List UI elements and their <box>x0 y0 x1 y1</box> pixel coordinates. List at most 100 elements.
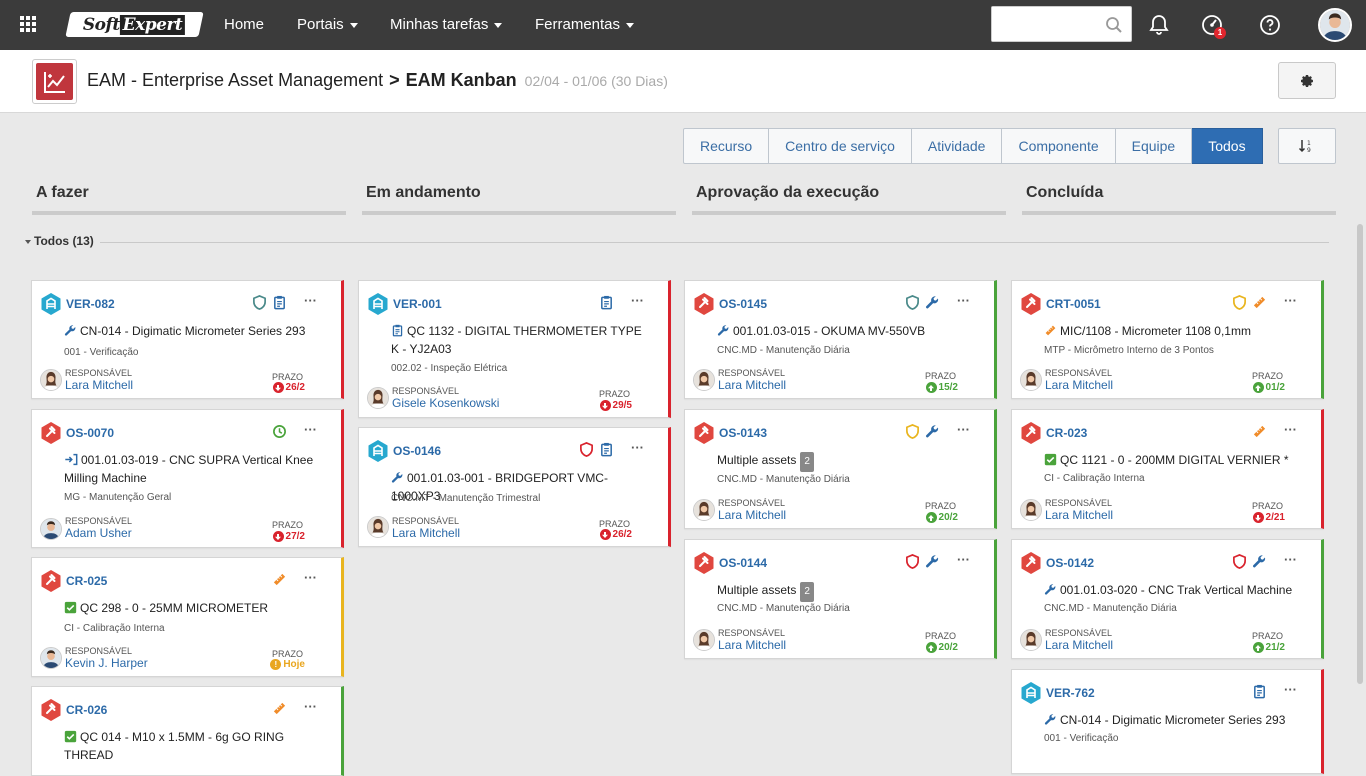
kanban-card[interactable]: OS-0070 ··· 001.01.03-019 - CNC SUPRA Ve… <box>31 409 344 548</box>
more-options-icon[interactable]: ··· <box>304 422 317 437</box>
card-title-text: 001.01.03-020 - CNC Trak Vertical Machin… <box>1060 583 1293 597</box>
shield-icon <box>905 295 920 310</box>
responsavel-name[interactable]: Gisele Kosenkowski <box>392 396 499 410</box>
card-title: QC 1132 - DIGITAL THERMOMETER TYPE K - Y… <box>391 322 646 358</box>
card-code[interactable]: OS-0143 <box>719 426 767 440</box>
search-icon[interactable] <box>1105 16 1123 34</box>
wrench-icon <box>925 424 940 439</box>
card-subtitle: CNC.MT - Manutenção Trimestral <box>391 493 541 504</box>
prazo-value: 20/2 <box>925 642 958 653</box>
prazo-label: PRAZO <box>598 389 630 399</box>
card-code[interactable]: CR-023 <box>1046 426 1087 440</box>
card-subtitle: CNC.MD - Manutenção Diária <box>717 345 850 356</box>
column-title-em-andamento: Em andamento <box>366 184 481 201</box>
card-title: CN-014 - Digimatic Micrometer Series 293 <box>64 322 319 340</box>
sort-button[interactable]: 19 <box>1278 128 1336 164</box>
responsavel-name[interactable]: Kevin J. Harper <box>65 656 148 670</box>
card-code[interactable]: VER-082 <box>66 297 115 311</box>
card-code[interactable]: VER-001 <box>393 297 442 311</box>
tab-todos[interactable]: Todos <box>1192 128 1263 164</box>
tab-centro-de-servico[interactable]: Centro de serviço <box>769 128 912 164</box>
breadcrumb-separator: > <box>389 70 400 90</box>
more-options-icon[interactable]: ··· <box>957 293 970 308</box>
card-code[interactable]: OS-0144 <box>719 556 767 570</box>
kanban-card[interactable]: OS-0146 ··· 001.01.03-001 - BRIDGEPORT V… <box>358 427 671 547</box>
user-avatar[interactable] <box>1318 8 1352 42</box>
nav-ferramentas[interactable]: Ferramentas <box>535 16 635 33</box>
card-title-text: CN-014 - Digimatic Micrometer Series 293 <box>1060 713 1286 727</box>
avatar <box>693 629 715 651</box>
responsavel-name[interactable]: Adam Usher <box>65 526 132 540</box>
card-code[interactable]: VER-762 <box>1046 686 1095 700</box>
responsavel-name[interactable]: Lara Mitchell <box>1045 508 1113 522</box>
apps-grid-icon[interactable] <box>20 16 36 32</box>
responsavel-name[interactable]: Lara Mitchell <box>1045 638 1113 652</box>
responsavel-label: RESPONSÁVEL <box>392 386 460 396</box>
kanban-card[interactable]: OS-0145 ··· 001.01.03-015 - OKUMA MV-550… <box>684 280 997 399</box>
card-title-text: Multiple assets <box>717 583 797 597</box>
shield-icon <box>905 424 920 439</box>
more-options-icon[interactable]: ··· <box>304 570 317 585</box>
settings-button[interactable] <box>1278 62 1336 99</box>
vertical-scrollbar[interactable] <box>1357 224 1363 684</box>
card-title-text: QC 298 - 0 - 25MM MICROMETER <box>80 601 269 615</box>
avatar <box>40 369 62 391</box>
responsavel-name[interactable]: Lara Mitchell <box>718 508 786 522</box>
tab-atividade[interactable]: Atividade <box>911 128 1003 164</box>
nav-home[interactable]: Home <box>224 16 264 33</box>
kanban-card[interactable]: CR-026 ··· QC 014 - M10 x 1.5MM - 6g GO … <box>31 686 344 776</box>
card-title: 001.01.03-020 - CNC Trak Vertical Machin… <box>1044 581 1299 599</box>
tab-recurso[interactable]: Recurso <box>683 128 770 164</box>
kanban-card[interactable]: OS-0143 ··· Multiple assets 2 CNC.MD - Ma… <box>684 409 997 529</box>
more-options-icon[interactable]: ··· <box>1284 422 1297 437</box>
more-options-icon[interactable]: ··· <box>1284 552 1297 567</box>
card-code[interactable]: OS-0146 <box>393 444 441 458</box>
bell-icon[interactable] <box>1147 13 1171 37</box>
prazo-label: PRAZO <box>271 372 303 382</box>
kanban-card[interactable]: OS-0142 ··· 001.01.03-020 - CNC Trak Ver… <box>1011 539 1324 659</box>
more-options-icon[interactable]: ··· <box>631 440 644 455</box>
arrow-down-icon <box>273 383 283 393</box>
breadcrumb-app[interactable]: EAM - Enterprise Asset Management <box>87 70 383 90</box>
more-options-icon[interactable]: ··· <box>304 293 317 308</box>
kanban-card[interactable]: VER-001 ··· QC 1132 - DIGITAL THERMOMETE… <box>358 280 671 418</box>
card-code[interactable]: OS-0142 <box>1046 556 1094 570</box>
card-code[interactable]: CRT-0051 <box>1046 297 1101 311</box>
card-code[interactable]: CR-026 <box>66 703 107 717</box>
responsavel-name[interactable]: Lara Mitchell <box>392 526 460 540</box>
tab-equipe[interactable]: Equipe <box>1115 128 1193 164</box>
more-options-icon[interactable]: ··· <box>957 552 970 567</box>
card-code[interactable]: OS-0145 <box>719 297 767 311</box>
arrow-down-icon <box>600 530 610 540</box>
nav-minhas-tarefas[interactable]: Minhas tarefas <box>390 16 503 33</box>
more-options-icon[interactable]: ··· <box>304 699 317 714</box>
group-toggle-todos[interactable]: Todos (13) <box>25 234 94 248</box>
responsavel-name[interactable]: Lara Mitchell <box>718 638 786 652</box>
card-code[interactable]: OS-0070 <box>66 426 114 440</box>
responsavel-name[interactable]: Lara Mitchell <box>65 378 133 392</box>
card-code[interactable]: CR-025 <box>66 574 107 588</box>
kanban-card[interactable]: VER-762 ··· CN-014 - Digimatic Micromete… <box>1011 669 1324 774</box>
kanban-card[interactable]: CR-025 ··· QC 298 - 0 - 25MM MICROMETER … <box>31 557 344 677</box>
kanban-card[interactable]: CR-023 ··· QC 1121 - 0 - 200MM DIGITAL V… <box>1011 409 1324 529</box>
prazo-date: 2/21 <box>1265 512 1285 523</box>
kanban-card[interactable]: OS-0144 ··· Multiple assets 2 CNC.MD - Ma… <box>684 539 997 659</box>
kanban-card[interactable]: VER-082 ··· CN-014 - Digimatic Micromete… <box>31 280 344 399</box>
responsavel-label: RESPONSÁVEL <box>718 628 786 638</box>
tab-componente[interactable]: Componente <box>1002 128 1116 164</box>
more-options-icon[interactable]: ··· <box>1284 682 1297 697</box>
nav-portais[interactable]: Portais <box>297 16 358 33</box>
responsavel-name[interactable]: Lara Mitchell <box>1045 378 1113 392</box>
arrow-up-icon <box>926 643 936 653</box>
help-icon[interactable] <box>1258 13 1282 37</box>
check-icon <box>64 601 77 614</box>
more-options-icon[interactable]: ··· <box>1284 293 1297 308</box>
clipboard-icon <box>599 295 614 310</box>
prazo-value: 15/2 <box>925 382 958 393</box>
responsavel-name[interactable]: Lara Mitchell <box>718 378 786 392</box>
softexpert-logo[interactable]: Soft Expert <box>65 12 204 37</box>
search-input[interactable] <box>992 7 1092 41</box>
more-options-icon[interactable]: ··· <box>631 293 644 308</box>
more-options-icon[interactable]: ··· <box>957 422 970 437</box>
kanban-card[interactable]: CRT-0051 ··· MIC/1108 - Micrometer 1108 … <box>1011 280 1324 399</box>
